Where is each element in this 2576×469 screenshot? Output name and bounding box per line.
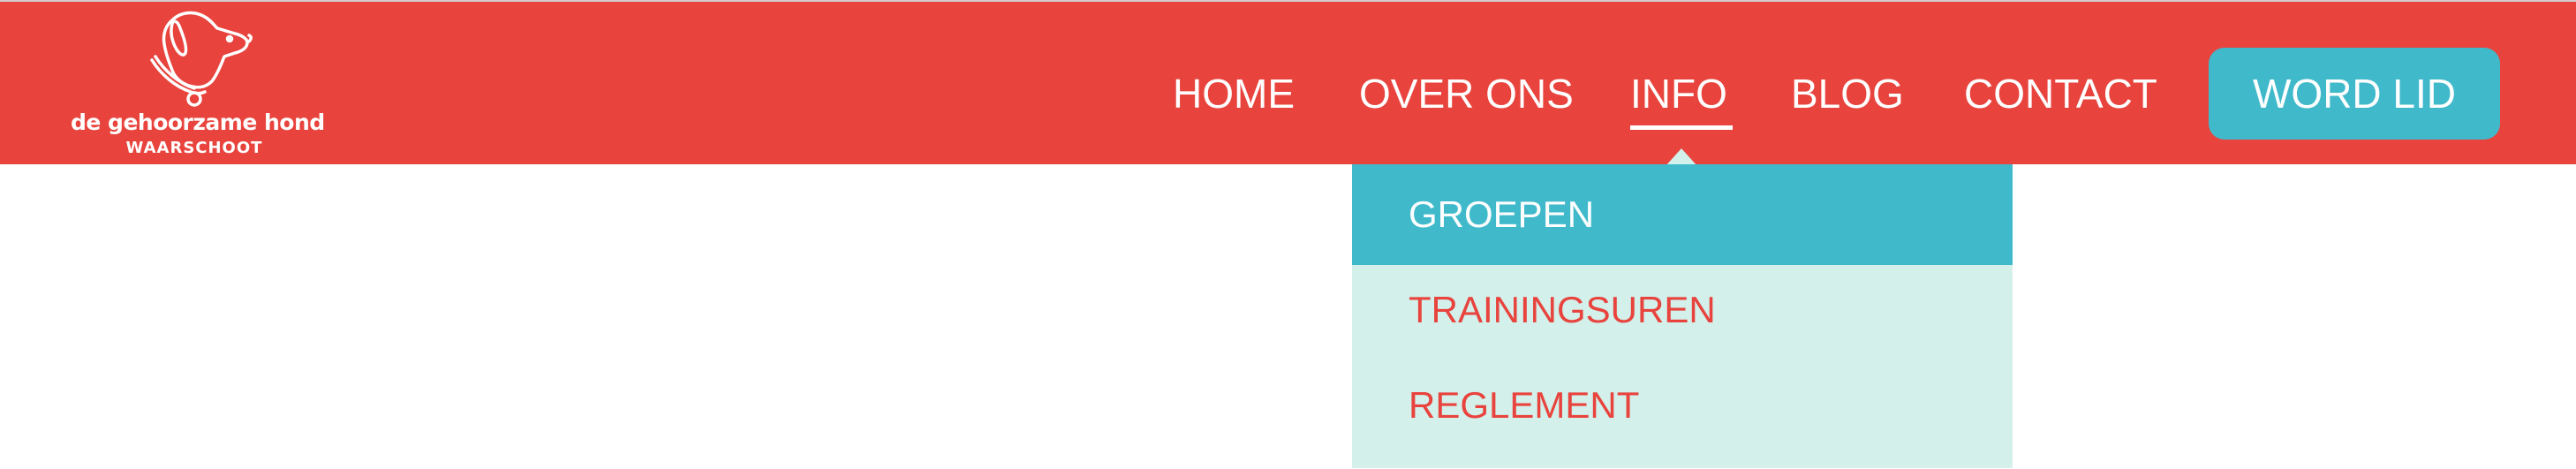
dog-head-icon <box>150 11 253 107</box>
dropdown-item-trainingsuren[interactable]: TRAININGSUREN <box>1352 260 2013 360</box>
dropdown-item-reglement[interactable]: REGLEMENT <box>1352 355 2013 456</box>
nav-blog[interactable]: BLOG <box>1791 69 1904 118</box>
word-lid-button[interactable]: WORD LID <box>2209 48 2500 140</box>
nav-home[interactable]: HOME <box>1173 69 1295 118</box>
brand-name: de gehoorzame hond <box>71 110 325 135</box>
brand-location: WAARSCHOOT <box>125 139 263 157</box>
nav-info[interactable]: INFO <box>1630 69 1727 118</box>
info-dropdown-menu: TRAININGSUREN REGLEMENT GROEPEN <box>1352 164 2013 468</box>
nav-over-ons[interactable]: OVER ONS <box>1359 69 1574 118</box>
site-header: de gehoorzame hond WAARSCHOOT HOME OVER … <box>0 0 2576 166</box>
nav-contact[interactable]: CONTACT <box>1964 69 2157 118</box>
dropdown-item-groepen[interactable]: GROEPEN <box>1352 164 2013 265</box>
nav-active-indicator <box>1630 125 1733 130</box>
dropdown-caret <box>1666 148 1697 166</box>
site-logo[interactable]: de gehoorzame hond WAARSCHOOT <box>71 11 325 161</box>
